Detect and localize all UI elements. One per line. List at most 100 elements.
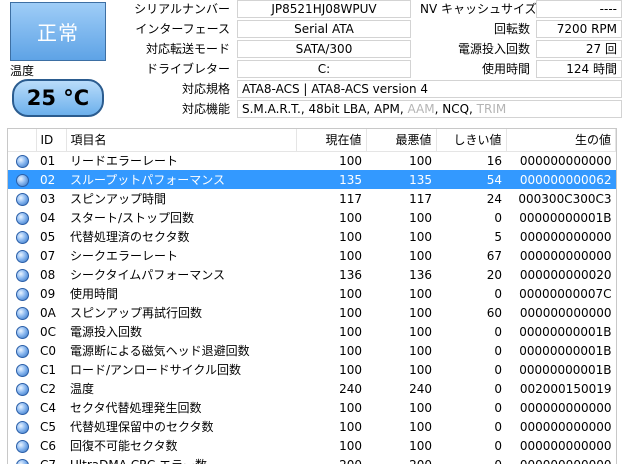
- raw-cell: 00000000001B: [519, 210, 612, 225]
- current-cell: 100: [339, 286, 362, 301]
- name-cell: スタート/ストップ回数: [70, 211, 195, 225]
- id-cell: C1: [40, 362, 57, 377]
- current-cell: 100: [339, 362, 362, 377]
- name-column-header[interactable]: 項目名: [66, 129, 297, 152]
- id-cell: C2: [40, 381, 57, 396]
- name-cell: シークタイムパフォーマンス: [70, 268, 226, 282]
- name-cell: スループットパフォーマンス: [66, 170, 296, 189]
- raw-column-header[interactable]: 生の値: [506, 129, 616, 152]
- status-cell: [8, 455, 36, 464]
- worst-cell: 100: [409, 210, 432, 225]
- health-status-button[interactable]: 正常: [10, 2, 106, 61]
- worst-cell: 200: [366, 455, 436, 464]
- table-row[interactable]: 0C 電源投入回数 100 100 0 00000000001B: [8, 322, 616, 341]
- current-cell: 100: [339, 324, 362, 339]
- power-on-count-label: 電源投入回数: [457, 42, 530, 56]
- feature-item: AAM: [407, 102, 435, 116]
- id-cell: C6: [40, 438, 57, 453]
- transfer-mode-label: 対応転送モード: [145, 42, 230, 56]
- table-row[interactable]: C6 回復不可能セクタ数 100 100 0 000000000000: [8, 436, 616, 455]
- name-cell: スピンアップ再試行回数: [70, 306, 203, 320]
- table-row[interactable]: C2 温度 240 240 0 002000150019: [8, 379, 616, 398]
- table-row[interactable]: C7UltraDMA CRC エラー数2002000000000000000: [8, 455, 616, 464]
- id-cell: 03: [40, 191, 56, 206]
- status-dot-icon: [15, 325, 29, 339]
- current-cell: 100: [339, 438, 362, 453]
- feature-item: 48bit LBA: [308, 102, 367, 116]
- threshold-cell: 20: [486, 267, 502, 282]
- table-row[interactable]: 09 使用時間 100 100 0 00000000007C: [8, 284, 616, 303]
- worst-column-header[interactable]: 最悪値: [366, 129, 437, 152]
- status-dot-icon: [15, 173, 29, 187]
- name-cell: 使用時間: [70, 287, 119, 301]
- status-dot-icon: [15, 344, 29, 358]
- name-cell: 温度: [70, 382, 95, 396]
- id-cell: 01: [40, 153, 56, 168]
- raw-cell: 00000000007C: [519, 286, 612, 301]
- status-dot-icon: [15, 211, 29, 225]
- table-row[interactable]: 08 シークタイムパフォーマンス 136 136 20 000000000020: [8, 265, 616, 284]
- threshold-cell: 0: [494, 400, 502, 415]
- drive-letter-value: C:: [237, 60, 411, 78]
- table-header-row: ID 項目名 現在値 最悪値 しきい値 生の値: [8, 129, 616, 152]
- name-cell: スピンアップ時間: [70, 192, 167, 206]
- table-row[interactable]: 03 スピンアップ時間 117 117 24 000300C300C3: [8, 189, 616, 208]
- status-cell: [8, 246, 36, 265]
- power-on-count-value: 27 回: [536, 40, 622, 58]
- current-column-header[interactable]: 現在値: [296, 129, 367, 152]
- status-dot-icon: [15, 382, 29, 396]
- threshold-cell: 24: [486, 191, 502, 206]
- raw-cell: 000000000000: [519, 419, 612, 434]
- table-row[interactable]: 0A スピンアップ再試行回数 100 100 60 000000000000: [8, 303, 616, 322]
- table-row[interactable]: C1 ロード/アンロードサイクル回数 100 100 0 00000000001B: [8, 360, 616, 379]
- worst-cell: 135: [366, 170, 436, 189]
- worst-cell: 100: [409, 343, 432, 358]
- threshold-cell: 0: [494, 362, 502, 377]
- current-cell: 200: [296, 455, 366, 464]
- worst-cell: 100: [409, 419, 432, 434]
- rpm-value: 7200 RPM: [536, 20, 622, 38]
- threshold-column-header[interactable]: しきい値: [436, 129, 507, 152]
- nv-cache-label: NV キャッシュサイズ: [420, 2, 537, 16]
- status-cell: [8, 265, 36, 284]
- threshold-cell: 67: [486, 248, 502, 263]
- drive-letter-label: ドライブレター: [145, 62, 230, 76]
- table-row[interactable]: 02 スループットパフォーマンス 135 135 54 000000000062: [8, 170, 616, 189]
- name-cell: セクタ代替処理発生回数: [70, 401, 202, 415]
- threshold-cell: 0: [494, 210, 502, 225]
- interface-value: Serial ATA: [237, 20, 411, 38]
- table-row[interactable]: C4 セクタ代替処理発生回数 100 100 0 000000000000: [8, 398, 616, 417]
- threshold-cell: 0: [494, 381, 502, 396]
- feature-item: NCQ: [442, 102, 470, 116]
- feature-item: S.M.A.R.T.: [242, 102, 301, 116]
- raw-cell: 000000000000: [519, 400, 612, 415]
- raw-cell: 000000000062: [506, 170, 616, 189]
- raw-cell: 000000000000: [506, 455, 616, 464]
- id-cell: 05: [40, 229, 56, 244]
- worst-cell: 117: [409, 191, 432, 206]
- table-row[interactable]: 05 代替処理済のセクタ数 100 100 5 000000000000: [8, 227, 616, 246]
- id-column-header[interactable]: ID: [36, 129, 67, 152]
- status-column-header[interactable]: [8, 129, 37, 152]
- feature-separator: ,: [300, 102, 309, 116]
- smart-attribute-table[interactable]: ID 項目名 現在値 最悪値 しきい値 生の値 01 リードエラーレート 100 10…: [7, 128, 617, 464]
- threshold-cell: 16: [486, 153, 502, 168]
- nv-cache-value: ----: [536, 0, 622, 18]
- table-row[interactable]: 07 シークエラーレート 100 100 67 000000000000: [8, 246, 616, 265]
- status-cell: [8, 360, 36, 379]
- serial-label: シリアルナンバー: [134, 2, 230, 16]
- table-row[interactable]: 01 リードエラーレート 100 100 16 000000000000: [8, 151, 616, 170]
- table-row[interactable]: 04 スタート/ストップ回数 100 100 0 00000000001B: [8, 208, 616, 227]
- name-cell: 回復不可能セクタ数: [70, 439, 178, 453]
- id-cell: 0A: [40, 305, 56, 320]
- table-row[interactable]: C5 代替処理保留中のセクタ数 100 100 0 000000000000: [8, 417, 616, 436]
- table-row[interactable]: C0 電源断による磁気ヘッド退避回数 100 100 0 00000000001B: [8, 341, 616, 360]
- worst-cell: 100: [409, 438, 432, 453]
- status-dot-icon: [15, 287, 29, 301]
- id-cell: C5: [40, 419, 57, 434]
- current-cell: 100: [339, 210, 362, 225]
- current-cell: 240: [339, 381, 362, 396]
- temperature-badge: 25 °C: [12, 79, 104, 117]
- raw-cell: 00000000001B: [519, 324, 612, 339]
- name-cell: シークエラーレート: [70, 249, 179, 263]
